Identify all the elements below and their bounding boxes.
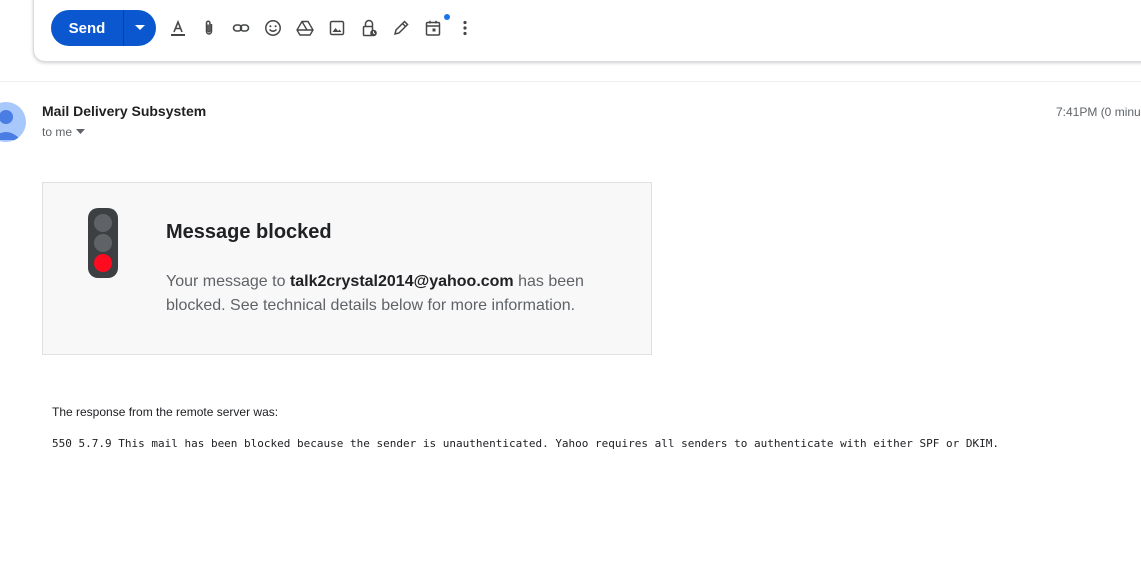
divider xyxy=(0,81,1141,82)
caret-down-icon xyxy=(135,25,145,30)
more-vert-icon[interactable] xyxy=(453,16,477,40)
sender-name[interactable]: Mail Delivery Subsystem xyxy=(42,103,206,119)
response-label: The response from the remote server was: xyxy=(52,405,279,419)
confidential-lock-icon[interactable] xyxy=(357,16,381,40)
schedule-calendar-icon[interactable] xyxy=(421,16,445,40)
blocked-description: Your message to talk2crystal2014@yahoo.c… xyxy=(166,270,606,318)
link-icon[interactable] xyxy=(229,16,253,40)
response-code: 550 5.7.9 This mail has been blocked bec… xyxy=(52,437,1000,450)
avatar[interactable] xyxy=(0,102,26,142)
signature-pen-icon[interactable] xyxy=(389,16,413,40)
blocked-text-before: Your message to xyxy=(166,273,290,290)
message-blocked-card: Message blocked Your message to talk2cry… xyxy=(42,182,652,355)
traffic-light-middle xyxy=(94,234,112,252)
message-timestamp: 7:41PM (0 minu xyxy=(1056,105,1141,119)
send-options-button[interactable] xyxy=(124,10,156,46)
emoji-icon[interactable] xyxy=(261,16,285,40)
blocked-title: Message blocked xyxy=(166,221,332,243)
traffic-light-red xyxy=(94,254,112,272)
blocked-recipient-address: talk2crystal2014@yahoo.com xyxy=(289,273,514,290)
traffic-light-top xyxy=(94,214,112,232)
person-icon xyxy=(0,110,21,140)
recipient-details-toggle[interactable]: to me xyxy=(42,125,86,139)
traffic-light-icon xyxy=(88,208,118,278)
send-button[interactable]: Send xyxy=(51,10,123,46)
notification-dot xyxy=(444,14,450,20)
photo-icon[interactable] xyxy=(325,16,349,40)
attach-icon[interactable] xyxy=(197,16,221,40)
drive-icon[interactable] xyxy=(293,16,317,40)
recipient-label: to me xyxy=(42,125,73,139)
caret-down-icon xyxy=(76,129,86,134)
send-button-group: Send xyxy=(51,10,156,46)
text-format-icon[interactable] xyxy=(166,16,190,40)
